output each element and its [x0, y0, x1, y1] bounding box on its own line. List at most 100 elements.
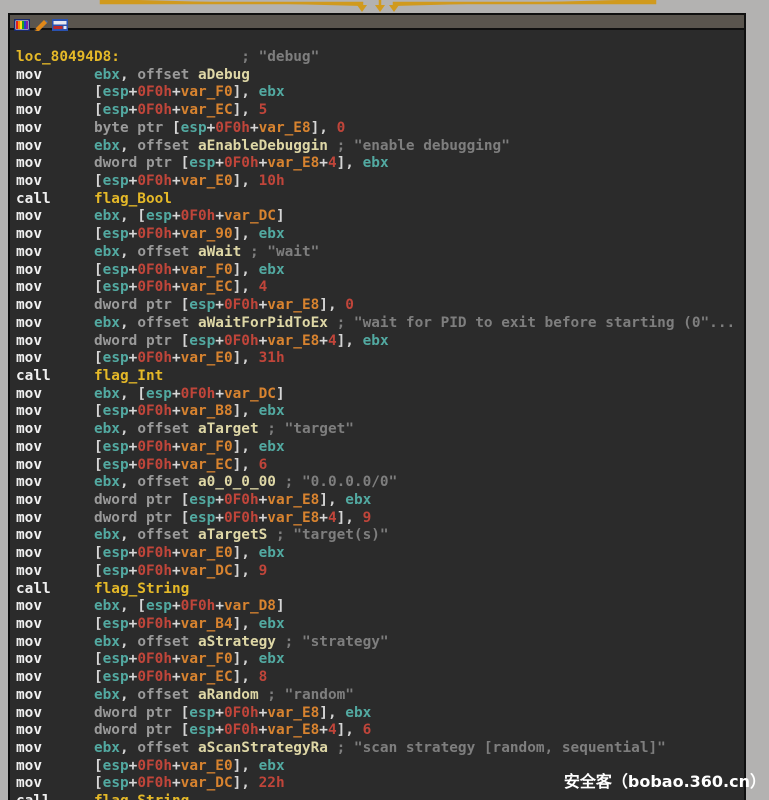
code-token-p — [276, 634, 285, 650]
code-line[interactable]: mov ebx, [esp+0F0h+var_DC] — [16, 208, 744, 226]
code-token-v: var_E0 — [181, 545, 233, 561]
code-line[interactable]: mov ebx, [esp+0F0h+var_DC] — [16, 386, 744, 404]
code-token-r: esp — [189, 510, 215, 526]
code-token-p — [42, 527, 94, 543]
code-line[interactable]: mov ebx, [esp+0F0h+var_D8] — [16, 598, 744, 616]
node-title-bar[interactable] — [10, 15, 744, 30]
code-token-n: 0F0h — [137, 545, 172, 561]
code-token-p — [267, 527, 276, 543]
code-line[interactable]: call flag_String — [16, 581, 744, 599]
code-line[interactable]: mov dword ptr [esp+0F0h+var_E8+4], 6 — [16, 722, 744, 740]
code-token-p: , — [120, 138, 137, 154]
code-line[interactable]: mov [esp+0F0h+var_F0], ebx — [16, 439, 744, 457]
code-line[interactable]: mov [esp+0F0h+var_F0], ebx — [16, 262, 744, 280]
code-token-p — [189, 634, 198, 650]
code-line[interactable]: mov [esp+0F0h+var_F0], ebx — [16, 651, 744, 669]
code-line[interactable]: mov dword ptr [esp+0F0h+var_E8+4], ebx — [16, 333, 744, 351]
code-line[interactable]: mov ebx, offset aRandom ; "random" — [16, 687, 744, 705]
code-token-mn: mov — [16, 598, 42, 614]
code-token-p: [ — [42, 84, 103, 100]
code-line[interactable]: mov [esp+0F0h+var_EC], 5 — [16, 102, 744, 120]
code-token-s: aDebug — [198, 67, 250, 83]
code-line[interactable]: mov ebx, offset aStrategy ; "strategy" — [16, 634, 744, 652]
code-token-p: + — [259, 510, 268, 526]
code-token-s: a0_0_0_00 — [198, 474, 276, 490]
code-token-p — [189, 527, 198, 543]
code-line[interactable]: mov byte ptr [esp+0F0h+var_E8], 0 — [16, 120, 744, 138]
code-token-p: + — [207, 120, 216, 136]
code-line[interactable]: mov ebx, offset a0_0_0_00 ; "0.0.0.0/0" — [16, 474, 744, 492]
code-line[interactable]: mov [esp+0F0h+var_EC], 8 — [16, 669, 744, 687]
code-line[interactable]: mov [esp+0F0h+var_F0], ebx — [16, 84, 744, 102]
code-line[interactable]: mov ebx, offset aTargetS ; "target(s)" — [16, 527, 744, 545]
code-token-r: esp — [189, 155, 215, 171]
code-token-mn: mov — [16, 386, 42, 402]
code-line[interactable]: mov [esp+0F0h+var_E0], ebx — [16, 545, 744, 563]
code-line[interactable]: mov ebx, offset aScanStrategyRa ; "scan … — [16, 740, 744, 758]
code-token-p: + — [172, 563, 181, 579]
code-line[interactable]: mov [esp+0F0h+var_EC], 4 — [16, 279, 744, 297]
code-line[interactable]: mov [esp+0F0h+var_90], ebx — [16, 226, 744, 244]
code-line[interactable]: mov [esp+0F0h+var_B4], ebx — [16, 616, 744, 634]
code-line[interactable]: mov ebx, offset aWaitForPidToEx ; "wait … — [16, 315, 744, 333]
code-token-k: byte ptr — [94, 120, 163, 136]
code-token-p: + — [319, 333, 328, 349]
code-line[interactable]: mov ebx, offset aTarget ; "target" — [16, 421, 744, 439]
code-token-r: ebx — [259, 403, 285, 419]
code-token-p: + — [259, 333, 268, 349]
code-line[interactable]: mov [esp+0F0h+var_DC], 9 — [16, 563, 744, 581]
code-token-n: 0F0h — [181, 598, 216, 614]
node-group-icon[interactable] — [52, 16, 68, 28]
code-token-r: ebx — [363, 155, 389, 171]
code-line[interactable]: mov [esp+0F0h+var_B8], ebx — [16, 403, 744, 421]
code-token-k: offset — [137, 474, 189, 490]
code-token-n: 10h — [259, 173, 285, 189]
code-token-r: esp — [189, 705, 215, 721]
code-line[interactable]: call flag_Int — [16, 368, 744, 386]
code-line[interactable]: mov dword ptr [esp+0F0h+var_E8], ebx — [16, 492, 744, 510]
code-token-p: [ — [172, 297, 189, 313]
code-line[interactable]: mov dword ptr [esp+0F0h+var_E8+4], 9 — [16, 510, 744, 528]
code-token-mn: mov — [16, 775, 42, 791]
code-token-p: + — [172, 403, 181, 419]
code-token-r: esp — [189, 333, 215, 349]
code-line[interactable]: mov ebx, offset aEnableDebuggin ; "enabl… — [16, 138, 744, 156]
code-token-k: dword ptr — [94, 333, 172, 349]
code-line[interactable]: loc_80494D8: ; "debug" — [16, 49, 744, 67]
code-token-n: 0F0h — [137, 457, 172, 473]
code-token-p: ], — [233, 563, 259, 579]
code-token-n: 0F0h — [137, 669, 172, 685]
code-line[interactable]: mov ebx, offset aDebug — [16, 67, 744, 85]
code-token-n: 6 — [363, 722, 372, 738]
code-token-n: 0F0h — [215, 120, 250, 136]
code-line[interactable]: mov ebx, offset aWait ; "wait" — [16, 244, 744, 262]
code-token-p — [42, 421, 94, 437]
code-token-r: esp — [189, 492, 215, 508]
code-token-p — [42, 67, 94, 83]
code-token-p — [42, 208, 94, 224]
code-line[interactable]: call flag_Bool — [16, 191, 744, 209]
code-token-r: ebx — [94, 687, 120, 703]
code-token-p: + — [259, 155, 268, 171]
code-token-s: aRandom — [198, 687, 259, 703]
code-line[interactable]: mov [esp+0F0h+var_E0], 31h — [16, 350, 744, 368]
code-token-mn: mov — [16, 492, 42, 508]
code-line[interactable]: mov [esp+0F0h+var_EC], 6 — [16, 457, 744, 475]
edge-middle-arrowhead — [375, 5, 385, 12]
code-token-p: [ — [42, 545, 103, 561]
code-token-p — [42, 687, 94, 703]
node-edit-icon[interactable] — [33, 16, 49, 28]
code-line[interactable]: mov [esp+0F0h+var_E0], 10h — [16, 173, 744, 191]
code-line[interactable]: mov dword ptr [esp+0F0h+var_E8], ebx — [16, 705, 744, 723]
code-line[interactable]: call flag_String — [16, 793, 744, 800]
node-color-icon[interactable] — [14, 16, 30, 28]
code-line[interactable]: mov dword ptr [esp+0F0h+var_E8], 0 — [16, 297, 744, 315]
code-token-c: ; "0.0.0.0/0" — [285, 474, 398, 490]
code-token-n: 0 — [345, 297, 354, 313]
code-token-r: ebx — [94, 138, 120, 154]
code-token-p — [51, 581, 94, 597]
edge-left-arrowhead — [357, 5, 367, 12]
code-token-r: esp — [146, 598, 172, 614]
code-line[interactable]: mov dword ptr [esp+0F0h+var_E8+4], ebx — [16, 155, 744, 173]
code-token-r: esp — [103, 226, 129, 242]
